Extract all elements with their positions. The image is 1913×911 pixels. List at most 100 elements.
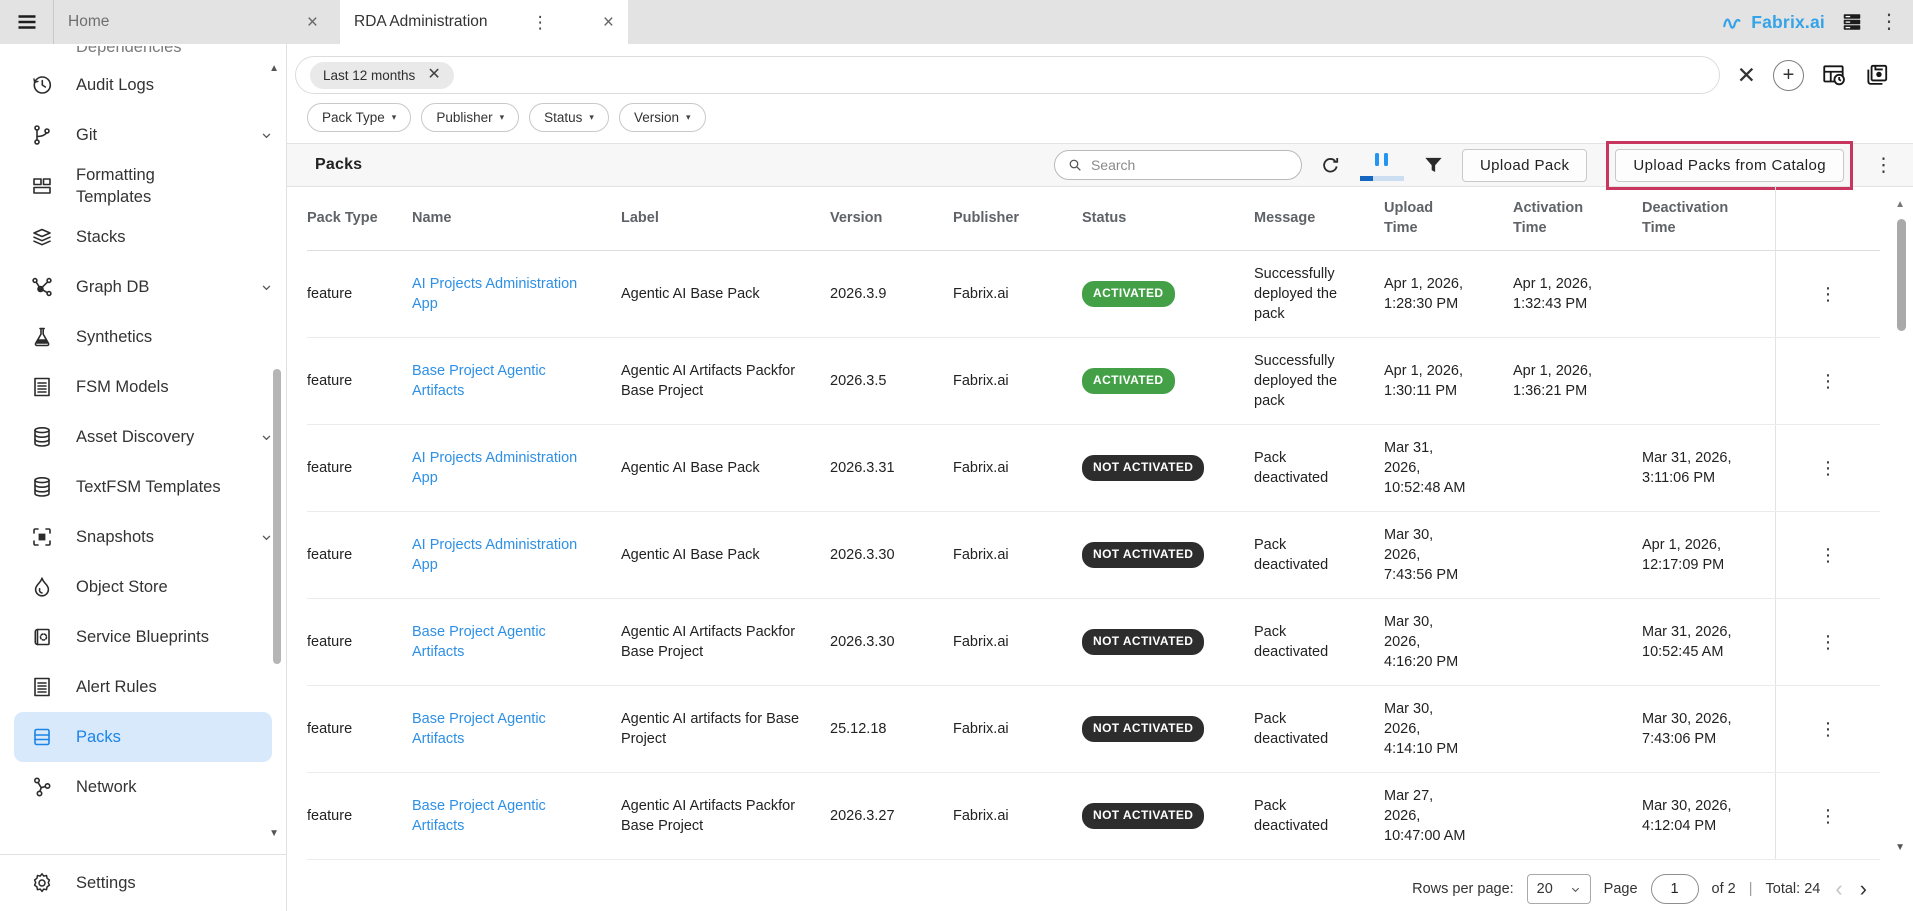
table-row: featureBase Project Agentic ArtifactsAge… (307, 599, 1880, 686)
pause-refresh-button[interactable] (1359, 146, 1405, 184)
add-filter-button[interactable]: + (1773, 60, 1804, 91)
sidebar-scroll-up-icon[interactable]: ▲ (269, 64, 279, 74)
history-icon (30, 73, 54, 97)
refresh-icon[interactable] (1319, 154, 1342, 177)
filter-pill-version[interactable]: Version▾ (619, 103, 706, 132)
save-view-icon[interactable] (1864, 62, 1890, 88)
sidebar-item-service-blueprints[interactable]: Service Blueprints (0, 612, 286, 662)
panel-overflow-menu-icon[interactable]: ⋮ (1874, 154, 1893, 177)
server-rack-icon[interactable] (1841, 11, 1863, 33)
cell-label: Agentic AI Base Pack (621, 512, 830, 598)
sidebar-item-fsm-models[interactable]: FSM Models (0, 362, 286, 412)
filter-chip-last-12-months[interactable]: Last 12 months ✕ (310, 62, 454, 89)
pack-name-link[interactable]: Base Project Agentic Artifacts (412, 796, 595, 836)
cell-upload-time: Mar 31, 2026, 10:52:48 AM (1384, 425, 1513, 511)
sidebar-scrollbar-thumb[interactable] (273, 369, 281, 664)
upload-packs-from-catalog-button[interactable]: Upload Packs from Catalog (1615, 149, 1844, 182)
clear-filters-icon[interactable]: ✕ (1737, 64, 1756, 87)
filter-pill-status[interactable]: Status▾ (529, 103, 609, 132)
cell-activation-time (1513, 686, 1642, 772)
chevron-down-icon[interactable] (259, 530, 274, 545)
sidebar-item-label: Service Blueprints (76, 626, 209, 648)
sidebar-item-alert-rules[interactable]: Alert Rules (0, 662, 286, 712)
table-scroll-down-icon[interactable]: ▼ (1895, 842, 1905, 853)
sidebar-item-git[interactable]: Git (0, 110, 286, 160)
status-badge: ACTIVATED (1082, 281, 1175, 307)
chevron-down-icon[interactable] (259, 430, 274, 445)
table-history-icon[interactable] (1821, 62, 1847, 88)
sidebar-item-stacks[interactable]: Stacks (0, 212, 286, 262)
sidebar-item-graph-db[interactable]: Graph DB (0, 262, 286, 312)
sidebar-item-snapshots[interactable]: Snapshots (0, 512, 286, 562)
tab-home[interactable]: Home × (54, 0, 332, 44)
sidebar-item-packs[interactable]: Packs (14, 712, 272, 762)
row-actions-menu-icon[interactable]: ⋮ (1819, 543, 1837, 568)
cell-status: NOT ACTIVATED (1082, 686, 1254, 772)
chevron-down-icon[interactable] (259, 128, 274, 143)
row-actions-menu-icon[interactable]: ⋮ (1819, 456, 1837, 481)
sidebar-item-textfsm-templates[interactable]: TextFSM Templates (0, 462, 286, 512)
document-icon (30, 675, 54, 699)
sidebar-item-dependencies[interactable]: Dependencies (0, 46, 286, 60)
filter-pill-publisher[interactable]: Publisher▾ (421, 103, 519, 132)
table-scrollbar-thumb[interactable] (1897, 219, 1906, 331)
chevron-down-icon[interactable] (259, 280, 274, 295)
row-actions-menu-icon[interactable]: ⋮ (1819, 804, 1837, 829)
tab-rda-menu-icon[interactable]: ⋮ (532, 14, 549, 31)
sidebar-item-label: Stacks (76, 226, 126, 248)
chevron-down-icon (1570, 884, 1581, 895)
database-icon (30, 425, 54, 449)
chip-remove-icon[interactable]: ✕ (427, 67, 440, 83)
sidebar-item-audit-logs[interactable]: Audit Logs (0, 60, 286, 110)
previous-page-icon[interactable]: ‹ (1833, 878, 1844, 900)
filter-funnel-icon[interactable] (1422, 154, 1445, 177)
cell-version: 2026.3.30 (830, 512, 953, 598)
tab-rda-administration[interactable]: RDA Administration ⋮ × (340, 0, 628, 44)
sidebar-item-object-store[interactable]: Object Store (0, 562, 286, 612)
page-number-input[interactable] (1651, 874, 1699, 904)
search-input[interactable] (1091, 157, 1289, 173)
cell-upload-time: Mar 30, 2026, 4:14:10 PM (1384, 686, 1513, 772)
table-row: featureAI Projects Administration AppAge… (307, 425, 1880, 512)
sidebar-scroll-down-icon[interactable]: ▼ (269, 829, 279, 839)
pack-name-link[interactable]: Base Project Agentic Artifacts (412, 622, 595, 662)
tab-rda-close-icon[interactable]: × (603, 13, 614, 32)
sidebar-item-label: Git (76, 124, 97, 146)
sidebar-item-synthetics[interactable]: Synthetics (0, 312, 286, 362)
row-actions-menu-icon[interactable]: ⋮ (1819, 369, 1837, 394)
sidebar-item-asset-discovery[interactable]: Asset Discovery (0, 412, 286, 462)
row-actions-menu-icon[interactable]: ⋮ (1819, 630, 1837, 655)
pack-name-link[interactable]: Base Project Agentic Artifacts (412, 709, 595, 749)
sidebar-item-network[interactable]: Network (0, 762, 286, 812)
pack-name-link[interactable]: AI Projects Administration App (412, 535, 595, 575)
pack-name-link[interactable]: Base Project Agentic Artifacts (412, 361, 595, 401)
filter-pill-pack-type[interactable]: Pack Type▾ (307, 103, 411, 132)
topbar-right-cluster: Fabrix.ai ⋮ (1721, 0, 1913, 44)
cell-actions: ⋮ (1775, 686, 1880, 772)
row-actions-menu-icon[interactable]: ⋮ (1819, 282, 1837, 307)
cell-status: NOT ACTIVATED (1082, 512, 1254, 598)
hamburger-menu-button[interactable] (0, 0, 54, 44)
cell-version: 25.12.18 (830, 686, 953, 772)
search-box[interactable] (1054, 150, 1302, 180)
pack-name-link[interactable]: AI Projects Administration App (412, 274, 595, 314)
topbar-overflow-menu-icon[interactable]: ⋮ (1879, 12, 1899, 32)
table-scroll-up-icon[interactable]: ▲ (1895, 199, 1905, 210)
cell-deactivation-time: Apr 1, 2026, 12:17:09 PM (1642, 512, 1775, 598)
filter-pill-label: Pack Type (322, 110, 385, 125)
cell-name: Base Project Agentic Artifacts (412, 773, 621, 859)
sidebar-bottom: Settings (0, 854, 286, 911)
upload-pack-button[interactable]: Upload Pack (1462, 149, 1587, 182)
sidebar: DependenciesAudit Logs Git Formatting Temp… (0, 44, 287, 911)
sidebar-item-label: Packs (76, 726, 121, 748)
pack-name-link[interactable]: AI Projects Administration App (412, 448, 595, 488)
next-page-icon[interactable]: › (1858, 878, 1869, 900)
rows-per-page-select[interactable]: 20 (1527, 874, 1591, 904)
row-actions-menu-icon[interactable]: ⋮ (1819, 717, 1837, 742)
cell-activation-time (1513, 512, 1642, 598)
tab-home-close-icon[interactable]: × (307, 13, 318, 32)
sidebar-item-formatting-templates[interactable]: Formatting Templates (0, 160, 286, 212)
sidebar-item-label: Synthetics (76, 326, 152, 348)
pager-divider: | (1749, 881, 1753, 897)
sidebar-item-settings[interactable]: Settings (0, 855, 286, 911)
